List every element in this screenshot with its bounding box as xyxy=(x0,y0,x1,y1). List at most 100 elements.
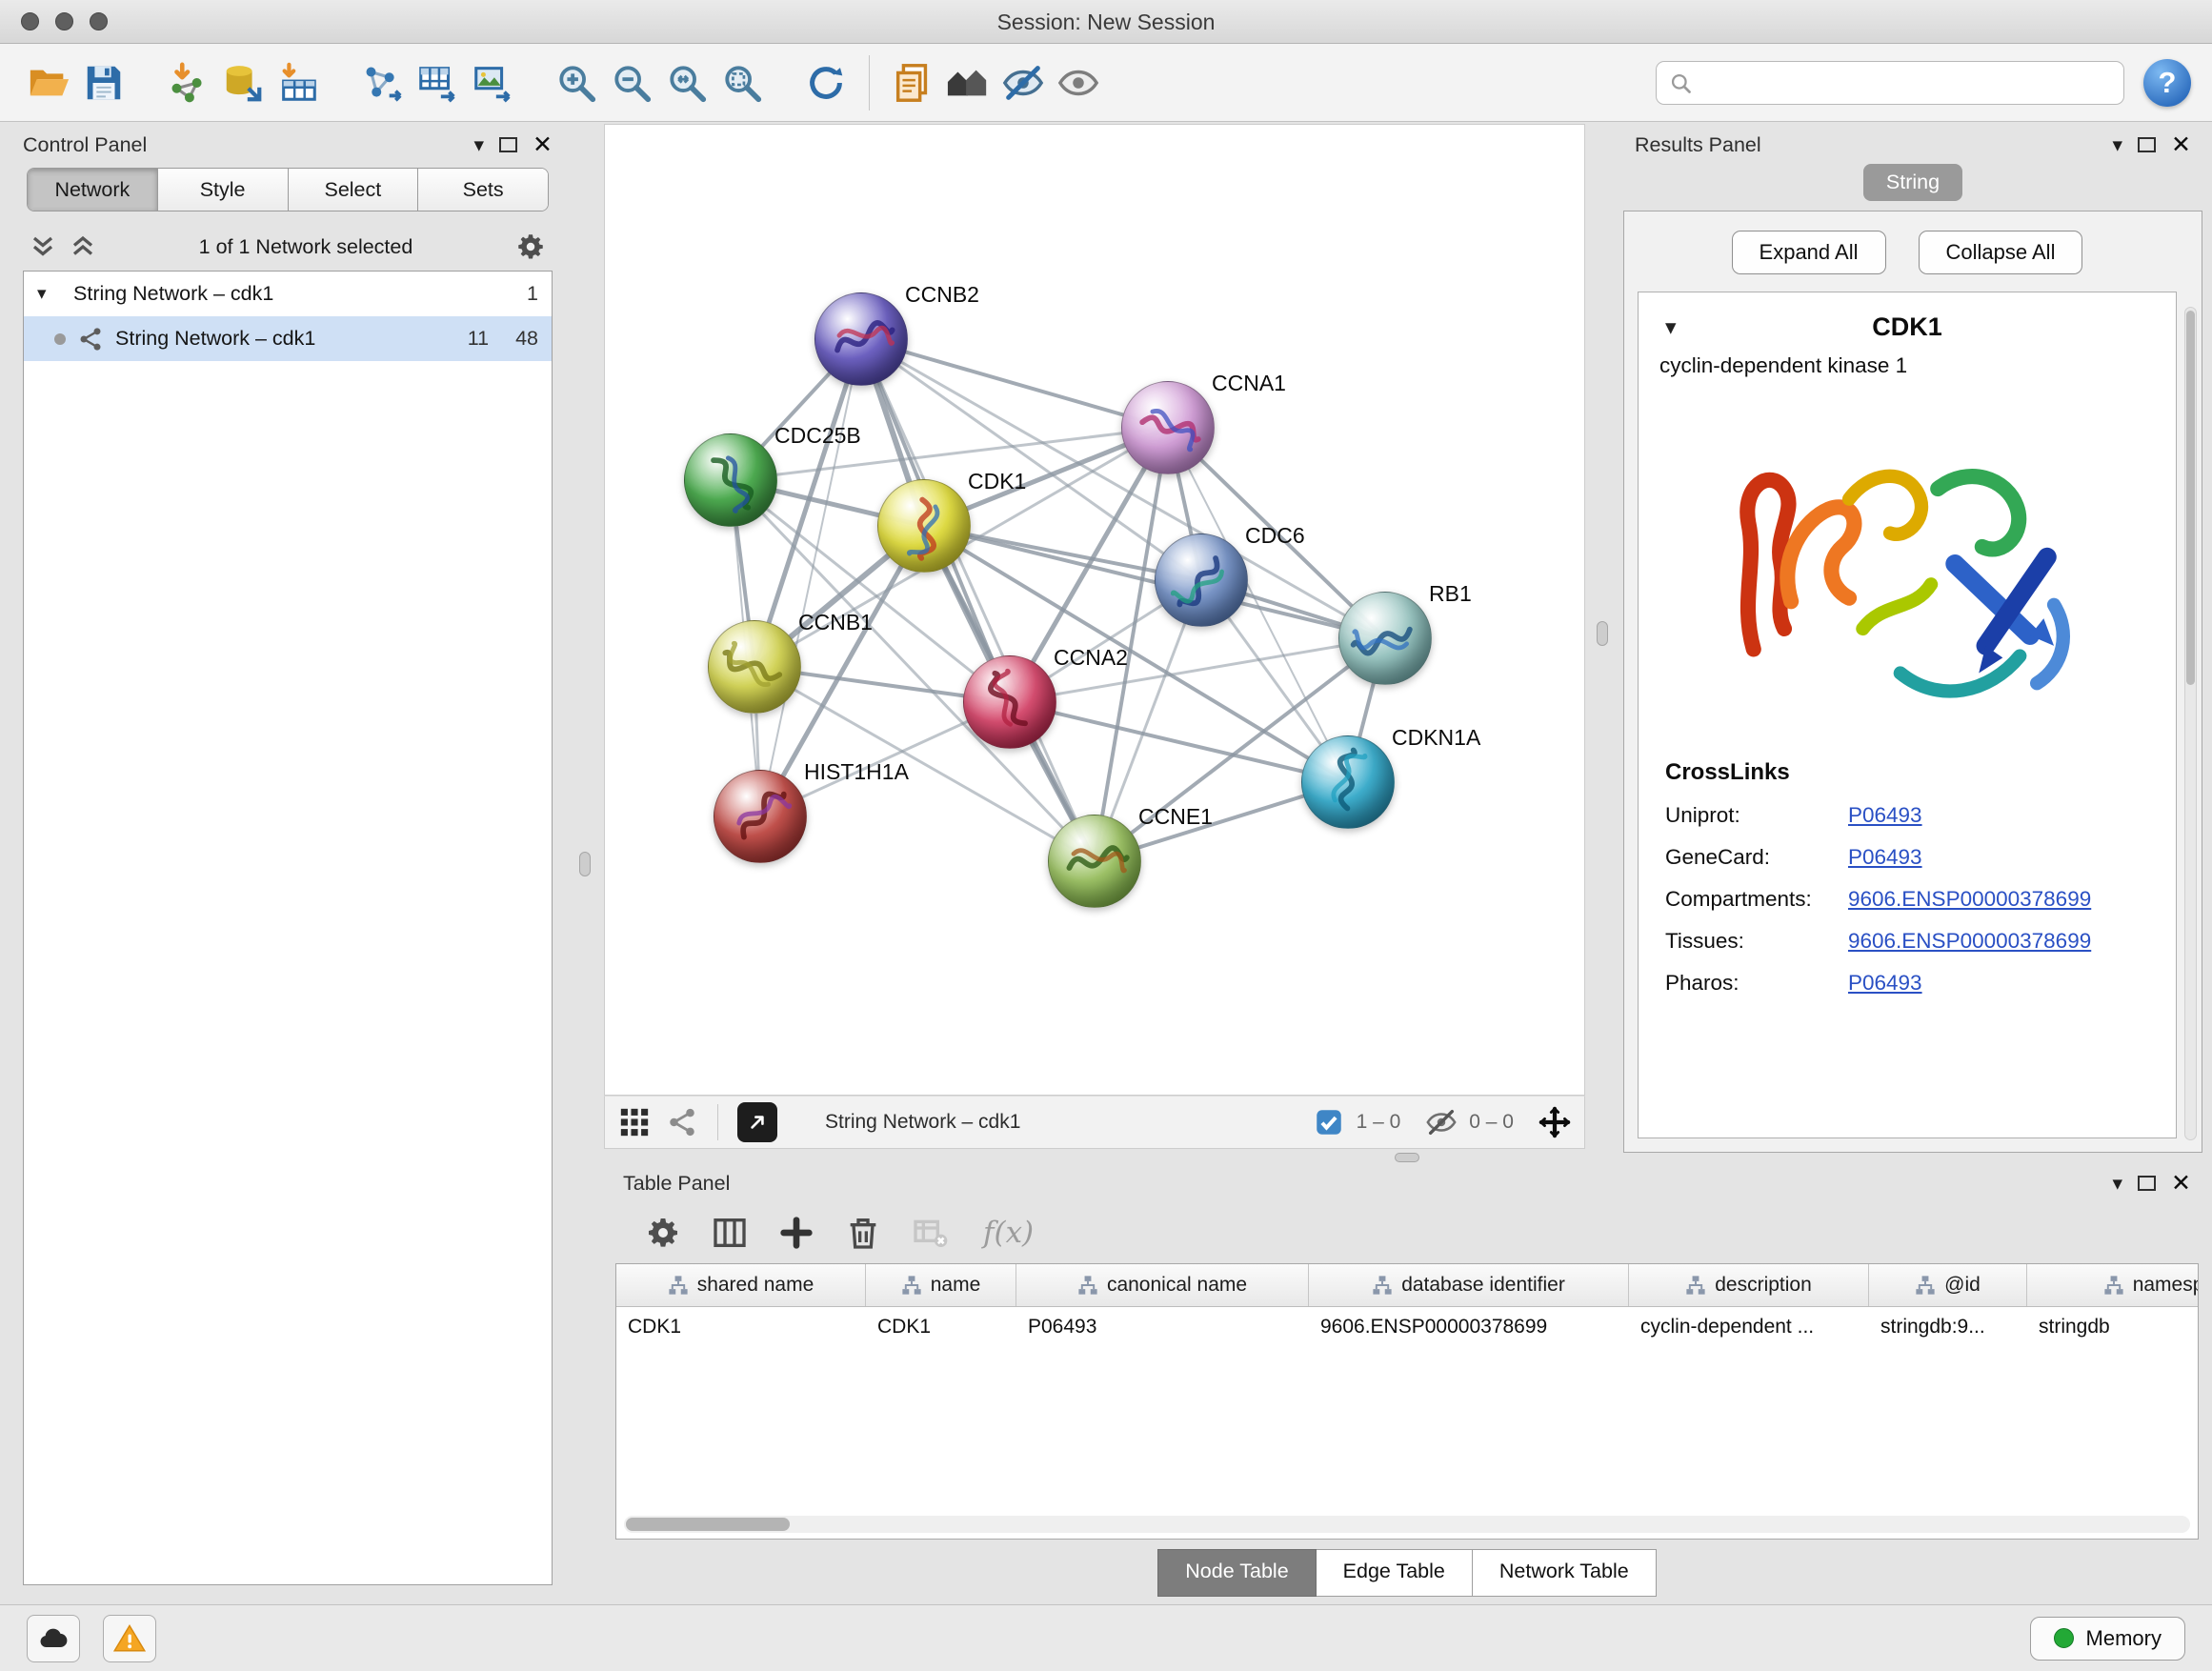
collection-expand-icon[interactable]: ▾ xyxy=(37,283,62,305)
open-session-button[interactable] xyxy=(21,53,76,112)
network-node-CDKN1A[interactable] xyxy=(1301,735,1395,829)
tab-network-table[interactable]: Network Table xyxy=(1473,1549,1657,1597)
cloud-status-button[interactable] xyxy=(27,1615,80,1662)
splitter-handle[interactable] xyxy=(1597,621,1608,646)
tab-edge-table[interactable]: Edge Table xyxy=(1317,1549,1473,1597)
network-node-CCNA1[interactable] xyxy=(1121,381,1215,474)
zoom-out-button[interactable] xyxy=(604,53,659,112)
network-node-CDC6[interactable] xyxy=(1155,534,1248,627)
collapse-all-networks-icon[interactable] xyxy=(69,232,97,261)
import-network-database-button[interactable] xyxy=(215,53,271,112)
delete-column-trash-icon[interactable] xyxy=(844,1214,882,1252)
collapse-section-icon[interactable]: ▾ xyxy=(1665,314,1703,340)
add-column-plus-icon[interactable] xyxy=(777,1214,815,1252)
tab-node-table[interactable]: Node Table xyxy=(1157,1549,1316,1597)
column-header-name[interactable]: name xyxy=(866,1264,1016,1306)
search-input[interactable] xyxy=(1656,61,2124,105)
network-node-CCNA2[interactable] xyxy=(963,655,1056,749)
export-image-button[interactable] xyxy=(465,53,520,112)
zoom-in-button[interactable] xyxy=(549,53,604,112)
expand-all-button[interactable]: Expand All xyxy=(1732,231,1886,274)
close-panel-icon[interactable]: ✕ xyxy=(2171,133,2191,157)
string-panel-toggle-icon[interactable] xyxy=(666,1106,698,1138)
copy-button[interactable] xyxy=(885,53,940,112)
string-network-icon xyxy=(77,326,104,352)
table-row[interactable]: CDK1CDK1P064939606.ENSP00000378699cyclin… xyxy=(616,1307,2198,1350)
network-edge[interactable] xyxy=(760,339,861,816)
crosslink-link[interactable]: P06493 xyxy=(1848,803,1922,827)
network-node-RB1[interactable] xyxy=(1338,592,1432,685)
network-node-CCNB2[interactable] xyxy=(814,292,908,386)
close-panel-icon[interactable]: ✕ xyxy=(533,133,553,157)
tab-style[interactable]: Style xyxy=(158,169,289,211)
hide-graphics-details-button[interactable] xyxy=(995,53,1051,112)
tab-select[interactable]: Select xyxy=(289,169,419,211)
collapse-all-button[interactable]: Collapse All xyxy=(1919,231,2083,274)
column-header-namespace[interactable]: namespace xyxy=(2027,1264,2198,1306)
panel-menu-icon[interactable]: ▾ xyxy=(474,133,485,157)
crosslink-link[interactable]: P06493 xyxy=(1848,845,1922,869)
show-graphics-details-button[interactable] xyxy=(1051,53,1106,112)
network-node-CDK1[interactable] xyxy=(877,479,971,573)
network-row[interactable]: String Network – cdk1 11 48 xyxy=(24,316,552,361)
crosslink-value: P06493 xyxy=(1848,845,1922,870)
protein-ribbon-thumb-icon xyxy=(1041,808,1147,914)
birds-eye-view-icon[interactable] xyxy=(618,1106,651,1138)
warnings-button[interactable] xyxy=(103,1615,156,1662)
crosslink-link[interactable]: 9606.ENSP00000378699 xyxy=(1848,929,2091,953)
table-horizontal-scrollbar[interactable] xyxy=(624,1516,2190,1533)
column-header-shared-name[interactable]: shared name xyxy=(616,1264,866,1306)
save-session-button[interactable] xyxy=(76,53,131,112)
float-panel-icon[interactable] xyxy=(2138,1176,2156,1191)
close-panel-icon[interactable]: ✕ xyxy=(2171,1172,2191,1196)
crosslink-link[interactable]: 9606.ENSP00000378699 xyxy=(1848,887,2091,911)
network-node-CCNB1[interactable] xyxy=(708,620,801,714)
apply-layout-button[interactable] xyxy=(798,53,854,112)
column-header-canonical-name[interactable]: canonical name xyxy=(1016,1264,1309,1306)
column-header-database-identifier[interactable]: database identifier xyxy=(1309,1264,1629,1306)
tab-sets[interactable]: Sets xyxy=(418,169,548,211)
table-settings-gear-icon[interactable] xyxy=(644,1214,682,1252)
protein-card-header[interactable]: ▾ CDK1 xyxy=(1639,304,2176,350)
home-button[interactable] xyxy=(940,53,995,112)
tab-network[interactable]: Network xyxy=(28,169,158,211)
selected-node-edge-counts: 1 – 0 xyxy=(1357,1111,1401,1134)
float-panel-icon[interactable] xyxy=(499,137,517,152)
network-node-HIST1H1A[interactable] xyxy=(714,770,807,863)
zoom-selected-button[interactable] xyxy=(714,53,770,112)
crosslink-link[interactable]: P06493 xyxy=(1848,971,1922,995)
results-scrollbar-thumb[interactable] xyxy=(2186,311,2195,685)
zoom-fit-content-button[interactable] xyxy=(659,53,714,112)
export-network-button[interactable] xyxy=(354,53,410,112)
hidden-eye-slash-icon[interactable] xyxy=(1425,1106,1458,1138)
float-panel-icon[interactable] xyxy=(2138,137,2156,152)
export-table-button[interactable] xyxy=(410,53,465,112)
results-scrollbar[interactable] xyxy=(2184,307,2197,1140)
expand-all-networks-icon[interactable] xyxy=(29,232,57,261)
table-cell: stringdb:9... xyxy=(1869,1307,2027,1350)
column-header-description[interactable]: description xyxy=(1629,1264,1869,1306)
panel-menu-icon[interactable]: ▾ xyxy=(2113,1172,2123,1196)
export-view-button[interactable] xyxy=(737,1102,777,1142)
network-canvas[interactable]: CCNB2CCNA1CDC25BCDK1CDC6RB1CCNB1CCNA2CDK… xyxy=(604,124,1585,1096)
show-columns-icon[interactable] xyxy=(711,1214,749,1252)
column-header--id[interactable]: @id xyxy=(1869,1264,2027,1306)
selected-checkbox-icon[interactable] xyxy=(1313,1106,1345,1138)
pan-crosshair-icon[interactable] xyxy=(1538,1106,1571,1138)
splitter-handle[interactable] xyxy=(1395,1153,1419,1162)
eye-slash-icon xyxy=(1001,61,1045,105)
splitter-handle[interactable] xyxy=(579,852,591,876)
memory-button[interactable]: Memory xyxy=(2030,1617,2185,1661)
network-node-CDC25B[interactable] xyxy=(684,433,777,527)
import-network-file-button[interactable] xyxy=(160,53,215,112)
network-collection-row[interactable]: ▾ String Network – cdk1 1 xyxy=(24,272,552,316)
panel-menu-icon[interactable]: ▾ xyxy=(2113,133,2123,157)
network-options-gear-icon[interactable] xyxy=(514,231,547,263)
import-table-file-button[interactable] xyxy=(271,53,326,112)
table-scrollbar-thumb[interactable] xyxy=(626,1518,790,1531)
network-node-CCNE1[interactable] xyxy=(1048,815,1141,908)
hidden-node-edge-counts: 0 – 0 xyxy=(1469,1111,1514,1134)
tab-string[interactable]: String xyxy=(1863,164,1962,201)
function-builder-button[interactable]: f(x) xyxy=(983,1216,1034,1250)
help-button[interactable]: ? xyxy=(2143,59,2191,107)
